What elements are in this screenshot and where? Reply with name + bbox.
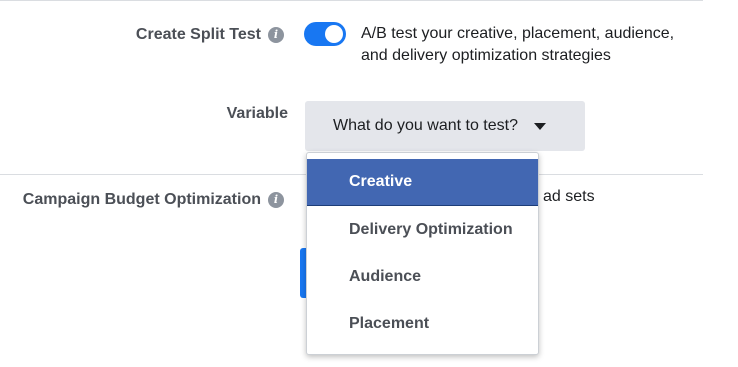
dropdown-option-audience[interactable]: Audience [307, 253, 538, 300]
split-test-toggle[interactable] [304, 22, 346, 46]
top-divider [0, 0, 703, 1]
dropdown-option-placement[interactable]: Placement [307, 300, 538, 347]
caret-down-icon [534, 122, 546, 130]
split-test-label: Create Split Test [135, 26, 261, 43]
budget-description-partial: ad sets [543, 188, 595, 205]
info-icon[interactable]: i [268, 27, 284, 43]
budget-row-label: Campaign Budget Optimization i [23, 191, 284, 209]
variable-row-label: Variable [227, 105, 288, 123]
variable-select[interactable]: What do you want to test? [305, 101, 585, 151]
variable-dropdown-menu: Creative Delivery Optimization Audience … [306, 152, 539, 355]
budget-label: Campaign Budget Optimization [22, 191, 261, 208]
dropdown-option-creative[interactable]: Creative [307, 159, 538, 206]
info-icon[interactable]: i [268, 192, 284, 208]
variable-label: Variable [226, 105, 288, 122]
dropdown-option-delivery-optimization[interactable]: Delivery Optimization [307, 206, 538, 253]
variable-select-text: What do you want to test? [333, 117, 518, 134]
toggle-knob [325, 25, 343, 43]
split-test-description: A/B test your creative, placement, audie… [361, 25, 675, 64]
split-test-row-label: Create Split Test i [136, 26, 284, 44]
